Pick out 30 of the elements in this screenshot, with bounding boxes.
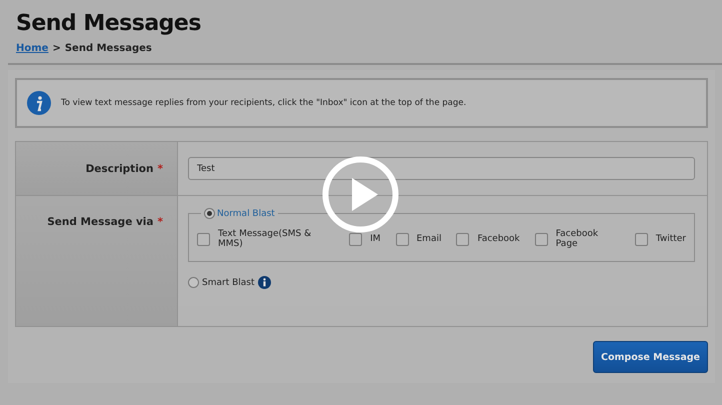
- description-label: Description: [86, 162, 154, 174]
- checkbox[interactable]: [396, 232, 408, 246]
- checkbox-label: Twitter: [656, 234, 686, 244]
- checkbox[interactable]: [534, 232, 548, 246]
- checkbox-label: Text Message(SMS & MMS): [218, 229, 312, 249]
- breadcrumb-separator: >: [52, 43, 61, 54]
- breadcrumb-current: Send Messages: [64, 43, 152, 54]
- checkbox[interactable]: [456, 232, 470, 246]
- info-text: To view text message replies from your recipients, click the "Inbox" icon at the top of the page.: [61, 98, 466, 108]
- checkbox[interactable]: [349, 232, 362, 246]
- description-field[interactable]: Test: [188, 157, 695, 180]
- radio-button[interactable]: [204, 208, 215, 219]
- compose-message-button[interactable]: Compose Message: [593, 341, 708, 373]
- page-title: Send Messages: [16, 10, 202, 38]
- radio-button[interactable]: [188, 277, 199, 288]
- checkbox-label: IM: [370, 234, 380, 244]
- required-mark: *: [158, 216, 163, 228]
- breadcrumb-link[interactable]: Home: [16, 43, 48, 54]
- info-icon: [27, 91, 51, 115]
- checkbox-label: Facebook Page: [556, 229, 600, 249]
- radio-label: Smart Blast: [202, 278, 254, 288]
- checkbox[interactable]: [197, 232, 210, 246]
- radio-label: Normal Blast: [217, 208, 275, 218]
- info-icon[interactable]: [258, 276, 270, 289]
- play-icon[interactable]: [322, 156, 399, 233]
- send-via-label: Send Message via: [47, 216, 154, 228]
- checkbox-label: Facebook: [477, 234, 520, 244]
- checkbox[interactable]: [634, 232, 648, 246]
- required-mark: *: [158, 162, 163, 174]
- checkbox-label: Email: [416, 234, 442, 244]
